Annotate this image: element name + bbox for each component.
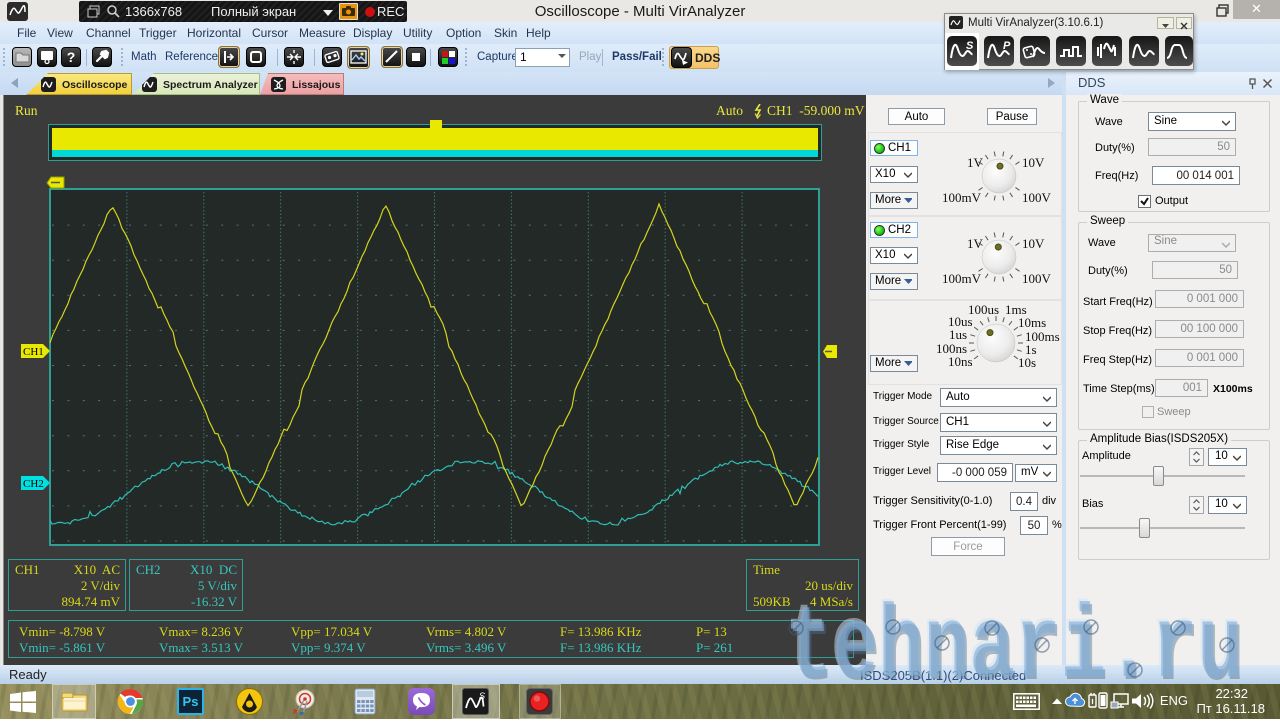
svg-text:P: P bbox=[1003, 40, 1011, 52]
svg-text:CH1: CH1 bbox=[23, 346, 44, 358]
svg-text:S: S bbox=[479, 691, 485, 701]
svg-text:CH2: CH2 bbox=[23, 478, 44, 490]
svg-text:S: S bbox=[966, 40, 974, 52]
